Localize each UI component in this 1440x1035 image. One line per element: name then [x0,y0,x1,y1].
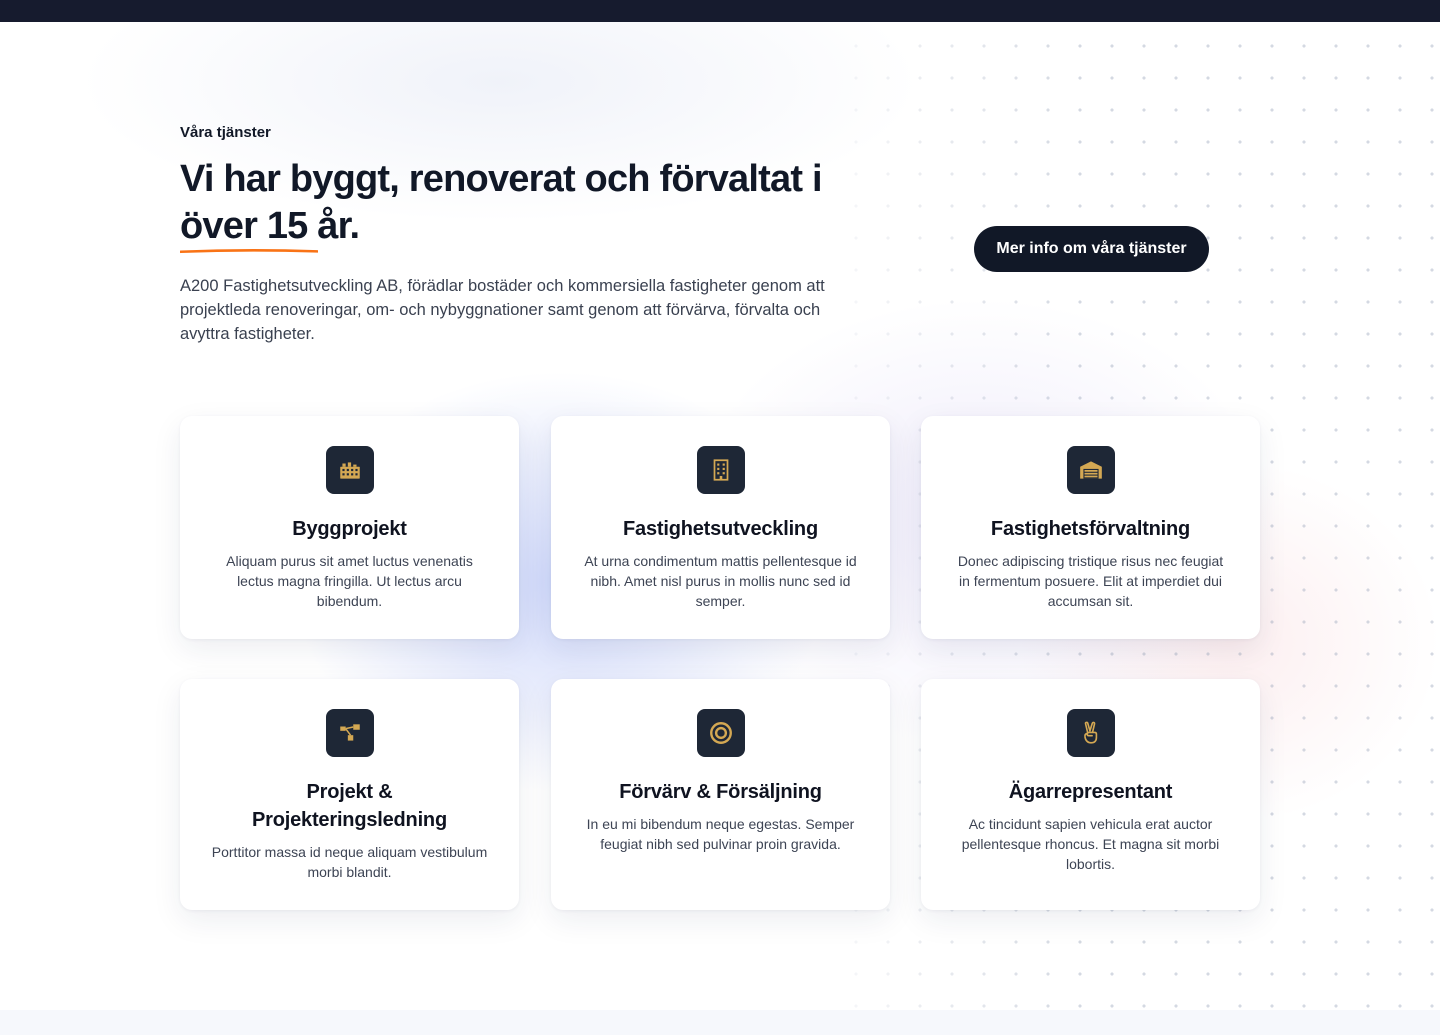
headline-highlight: över 15 år. [180,203,360,254]
service-title: Fastighetsförvaltning [990,518,1191,540]
buildings-icon [339,462,360,479]
section-lead: A200 Fastighetsutveckling AB, förädlar b… [180,277,825,343]
diagram-icon [339,724,360,741]
section-headline: Vi har byggt, renoverat och förvaltat i … [180,156,880,254]
services-section: Våra tjänster Vi har byggt, renoverat oc… [0,0,1440,1035]
service-card-agarrepresentant[interactable]: Ägarrepresentant Ac tincidunt sapien veh… [921,679,1260,910]
service-icon-box [325,446,374,494]
service-title: Projekt & Projekteringsledning [252,781,447,831]
target-icon [709,722,732,744]
service-title: Förvärv & Försäljning [619,781,822,803]
service-card-projektledning[interactable]: Projekt & Projekteringsledning Porttitor… [180,679,519,910]
headline-main: Vi har byggt, renoverat och förvaltat i [180,158,823,200]
section-eyebrow: Våra tjänster [180,124,271,141]
headline-highlight-text: över 15 år. [180,205,360,247]
service-icon-box [696,446,745,494]
service-card-byggprojekt[interactable]: Byggprojekt Aliquam purus sit amet luctu… [180,416,519,639]
service-icon-box [325,709,374,757]
service-card-fastighetsforvaltning[interactable]: Fastighetsförvaltning Donec adipiscing t… [921,416,1260,639]
service-title: Ägarrepresentant [1008,781,1173,803]
service-title: Fastighetsutveckling [623,518,818,540]
service-description: Aliquam purus sit amet luctus venenatis … [226,553,473,609]
service-icon-box [1066,446,1115,494]
service-card-forvarv-forsaljning[interactable]: Förvärv & Försäljning In eu mi bibendum … [551,679,890,910]
service-icon-box [696,709,745,757]
service-title: Byggprojekt [292,518,407,540]
service-description: At urna condimentum mattis pellentesque … [584,553,857,609]
office-building-icon [713,459,728,481]
service-description: In eu mi bibendum neque egestas. Semper … [586,816,855,852]
service-icon-box [1066,709,1115,757]
service-description: Porttitor massa id neque aliquam vestibu… [211,844,488,880]
service-description: Ac tincidunt sapien vehicula erat auctor… [961,816,1220,872]
service-description: Donec adipiscing tristique risus nec feu… [957,553,1224,609]
service-card-fastighetsutveckling[interactable]: Fastighetsutveckling At urna condimentum… [551,416,890,639]
highlight-underline [180,249,318,254]
more-info-button[interactable]: Mer info om våra tjänster [974,226,1209,272]
victory-hand-icon [1083,721,1097,744]
warehouse-icon [1079,461,1102,479]
